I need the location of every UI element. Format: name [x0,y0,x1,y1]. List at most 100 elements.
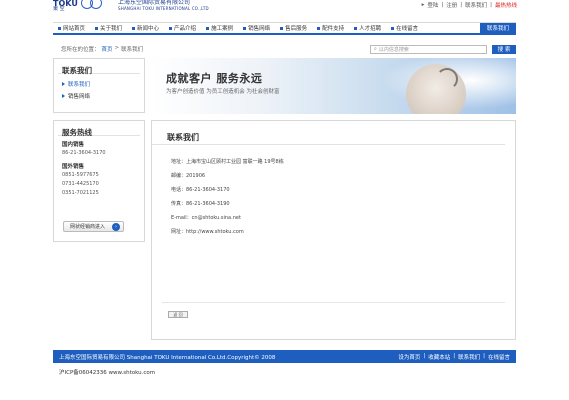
footer-link-bookmark[interactable]: 收藏本站 [428,353,450,361]
nav-item-service[interactable]: 售后服务 [275,23,312,33]
footer-link-contact[interactable]: 联系我们 [458,353,480,361]
nav-bullet-icon [58,26,61,30]
nav-item-label: 联系我们 [486,26,509,32]
icp-license: 沪ICP备06042336 www.shtoku.com [59,370,156,376]
nav-item-label: 在线留言 [396,26,419,32]
arrow-right-icon: › [112,222,120,231]
contact-info: 地址：上海市宝山区顾村工业园 富联一路 19号8栋 邮编：201906 电话：8… [171,158,284,242]
hotline-group-domestic: 国内销售 86-21-3604-3170 [54,141,144,158]
sidebar-item-label: 联系我们 [68,82,91,88]
nav-item-message[interactable]: 在线留言 [386,23,423,33]
site-header: TOKU 東 空 上海东空国际贸易有限公司 SHANGHAI TOKU INTE… [0,0,569,14]
nav-bullet-icon [354,26,358,30]
copyright-text: 上海东空国际贸易有限公司 Shanghai TOKU International… [59,354,276,361]
nav-bullet-icon [206,26,210,30]
footer-links: 设为首页 | 收藏本站 | 联系我们 | 在线留言 [398,353,510,361]
nav-item-label: 施工案例 [211,26,234,32]
nav-item-home[interactable]: 网站首页 [53,23,90,33]
nav-item-cases[interactable]: 施工案例 [201,23,238,33]
contact-link[interactable]: 联系我们 [465,1,487,9]
search-button[interactable]: 搜 索 [492,44,516,54]
logo[interactable]: TOKU 東 空 [53,0,105,12]
page-title: 联系我们 [152,121,505,145]
nav-item-products[interactable]: 产品介绍 [164,23,201,33]
nav-item-news[interactable]: 新闻中心 [127,23,164,33]
sidebar-menu: 联系我们 销售网络 [54,74,144,106]
nav-item-label: 人才招聘 [359,26,382,32]
hero-banner: 成就客户 服务永远 为客户创造价值 为员工创造机会 为社会创财富 [151,58,516,114]
search-placeholder: 以内信息搜索 [378,46,409,53]
sidebar-item-sales-network[interactable]: 销售网络 [62,90,136,102]
dealer-entry-label: 网状经销商进入 [70,224,106,230]
footer-link-separator: | [453,352,456,359]
nav-bullet-icon [317,26,321,30]
nav-bullet-icon [132,26,136,30]
top-links: ▸ 登陆 | 注册 | 联系我们 | 最热热线 [422,1,517,9]
dealer-entry-button[interactable]: 网状经销商进入 › [63,221,124,232]
login-link[interactable]: 登陆 [427,1,438,9]
hotline-group-foreign: 国外销售 0851-5977675 0731-4425170 0351-7021… [54,163,144,198]
fax-line: 传真：86-21-3604-3190 [171,201,230,207]
breadcrumb-home[interactable]: 首页 [102,45,113,53]
top-link-separator: | [460,2,463,8]
logo-rings-icon [80,0,105,10]
divider [162,302,505,303]
website-line: 网址：http://www.shtoku.com [171,229,244,235]
nav-item-label: 售后服务 [285,26,308,32]
hotline-link[interactable]: 最热热线 [495,1,517,9]
search-bar: ⌕ 以内信息搜索 搜 索 [370,44,520,54]
footer-link-message[interactable]: 在线留言 [488,353,510,361]
banner-title: 成就客户 服务永远 [166,72,263,85]
main-content: 联系我们 地址：上海市宝山区顾村工业园 富联一路 19号8栋 邮编：201906… [151,120,516,340]
nav-item-label: 网站首页 [63,26,86,32]
footer-link-set-home[interactable]: 设为首页 [398,353,420,361]
company-name: 上海东空国际贸易有限公司 SHANGHAI TOKU INTERNATIONAL… [118,0,209,11]
hotline-number: 86-21-3604-3170 [62,150,106,156]
headset-icon [436,68,458,90]
search-icon: ⌕ [374,46,377,52]
top-link-separator: | [490,2,492,8]
nav-bullet-icon [169,26,173,30]
sidebar-hotline-title: 服务热线 [58,121,140,137]
nav-bullet-icon [243,26,247,30]
phone-line: 电话：86-21-3604-3170 [171,187,230,193]
sidebar-contact-box: 联系我们 联系我们 销售网络 [53,58,145,113]
triangle-right-icon [62,82,65,86]
nav-item-label: 新闻中心 [137,26,160,32]
search-input[interactable]: ⌕ 以内信息搜索 [370,44,487,54]
back-button[interactable]: 返 回 [168,311,188,318]
nav-bullet-icon [280,26,284,30]
site-footer: 上海东空国际贸易有限公司 Shanghai TOKU International… [53,350,516,363]
hotline-number: 0351-7021125 [62,190,99,196]
nav-item-contact[interactable]: 联系我们 [479,23,516,33]
triangle-right-icon [62,94,65,98]
hotline-number: 0731-4425170 [62,181,99,187]
nav-item-label: 销售网络 [248,26,271,32]
breadcrumb-current: 联系我们 [121,47,144,53]
nav-item-sales-network[interactable]: 销售网络 [238,23,275,33]
arrow-icon: ▸ [421,2,425,8]
sidebar-item-contact[interactable]: 联系我们 [62,78,136,90]
sidebar-item-label: 销售网络 [68,94,91,100]
top-link-separator: | [441,2,444,8]
main-nav: 网站首页 关于我们 新闻中心 产品介绍 施工案例 销售网络 售后服务 配件支持 … [53,22,516,35]
email-line: E-mail：cn@shtoku.sina.net [171,215,241,221]
nav-bullet-icon [95,26,99,30]
banner-subtitle: 为客户创造价值 为员工创造机会 为社会创财富 [166,89,280,95]
breadcrumb-prefix: 您所在的位置： [61,47,100,53]
breadcrumb: 您所在的位置： 首页 > 联系我们 [61,45,143,53]
postcode-line: 邮编：201906 [171,173,206,179]
nav-item-label: 配件支持 [322,26,345,32]
page: TOKU 東 空 上海东空国际贸易有限公司 SHANGHAI TOKU INTE… [0,0,569,400]
nav-item-about[interactable]: 关于我们 [90,23,127,33]
nav-item-jobs[interactable]: 人才招聘 [349,23,386,33]
register-link[interactable]: 注册 [446,1,457,9]
hotline-number: 0851-5977675 [62,172,99,178]
nav-item-parts[interactable]: 配件支持 [312,23,349,33]
nav-item-label: 产品介绍 [174,26,197,32]
nav-bullet-icon [391,26,395,30]
footer-link-separator: | [483,352,485,359]
breadcrumb-separator: > [114,45,120,51]
nav-item-label: 关于我们 [100,26,123,32]
address-line: 地址：上海市宝山区顾村工业园 富联一路 19号8栋 [171,159,284,165]
